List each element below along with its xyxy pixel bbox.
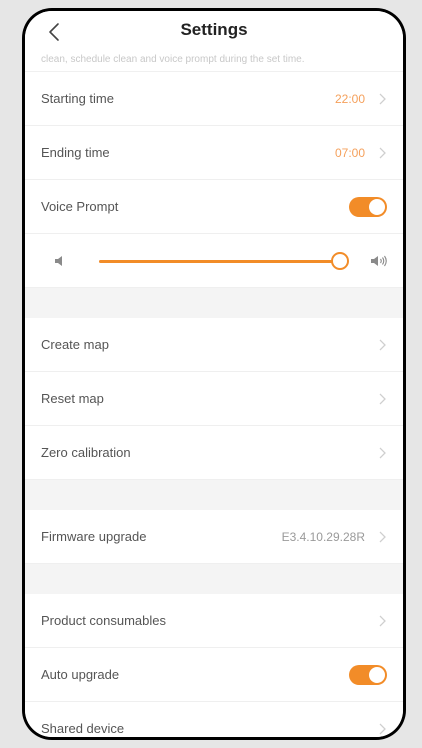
- voice-prompt-toggle[interactable]: [349, 196, 387, 217]
- chevron-right-icon: [377, 92, 387, 106]
- auto-upgrade-row: Auto upgrade: [25, 648, 403, 702]
- volume-row: [25, 234, 403, 288]
- ending-time-label: Ending time: [41, 145, 110, 160]
- volume-high-icon: [369, 253, 389, 269]
- toggle-knob: [369, 198, 385, 215]
- dnd-description: clean, schedule clean and voice prompt d…: [25, 53, 403, 72]
- section-divider: [25, 564, 403, 594]
- settings-list: clean, schedule clean and voice prompt d…: [25, 53, 403, 737]
- chevron-right-icon: [377, 446, 387, 460]
- volume-fill: [99, 259, 340, 263]
- section-divider: [25, 480, 403, 510]
- zero-calibration-row[interactable]: Zero calibration: [25, 426, 403, 480]
- reset-map-row[interactable]: Reset map: [25, 372, 403, 426]
- screen: Settings clean, schedule clean and voice…: [25, 11, 403, 737]
- voice-prompt-row: Voice Prompt: [25, 180, 403, 234]
- chevron-right-icon: [377, 722, 387, 736]
- product-consumables-label: Product consumables: [41, 613, 167, 628]
- zero-calibration-label: Zero calibration: [41, 445, 131, 460]
- create-map-label: Create map: [41, 337, 109, 352]
- product-consumables-row[interactable]: Product consumables: [25, 594, 403, 648]
- volume-low-icon: [49, 253, 69, 269]
- toggle-knob: [369, 666, 385, 683]
- page-title: Settings: [180, 20, 248, 39]
- auto-upgrade-label: Auto upgrade: [41, 667, 120, 682]
- chevron-right-icon: [377, 614, 387, 628]
- auto-upgrade-toggle[interactable]: [349, 664, 387, 685]
- starting-time-row[interactable]: Starting time 22:00: [25, 72, 403, 126]
- volume-slider[interactable]: [99, 251, 349, 271]
- firmware-upgrade-row[interactable]: Firmware upgrade E3.4.10.29.28R: [25, 510, 403, 564]
- reset-map-label: Reset map: [41, 391, 104, 406]
- phone-frame: Settings clean, schedule clean and voice…: [22, 8, 406, 740]
- section-divider: [25, 288, 403, 318]
- starting-time-label: Starting time: [41, 91, 114, 106]
- chevron-right-icon: [377, 392, 387, 406]
- create-map-row[interactable]: Create map: [25, 318, 403, 372]
- starting-time-value: 22:00: [334, 91, 365, 106]
- firmware-upgrade-label: Firmware upgrade: [41, 529, 147, 544]
- shared-device-row[interactable]: Shared device: [25, 702, 403, 737]
- chevron-right-icon: [377, 146, 387, 160]
- voice-prompt-label: Voice Prompt: [41, 199, 119, 214]
- chevron-right-icon: [377, 530, 387, 544]
- firmware-version: E3.4.10.29.28R: [281, 529, 365, 544]
- volume-thumb[interactable]: [330, 251, 349, 270]
- chevron-right-icon: [377, 338, 387, 352]
- ending-time-value: 07:00: [334, 145, 365, 160]
- nav-bar: Settings: [25, 11, 403, 53]
- ending-time-row[interactable]: Ending time 07:00: [25, 126, 403, 180]
- shared-device-label: Shared device: [41, 721, 125, 736]
